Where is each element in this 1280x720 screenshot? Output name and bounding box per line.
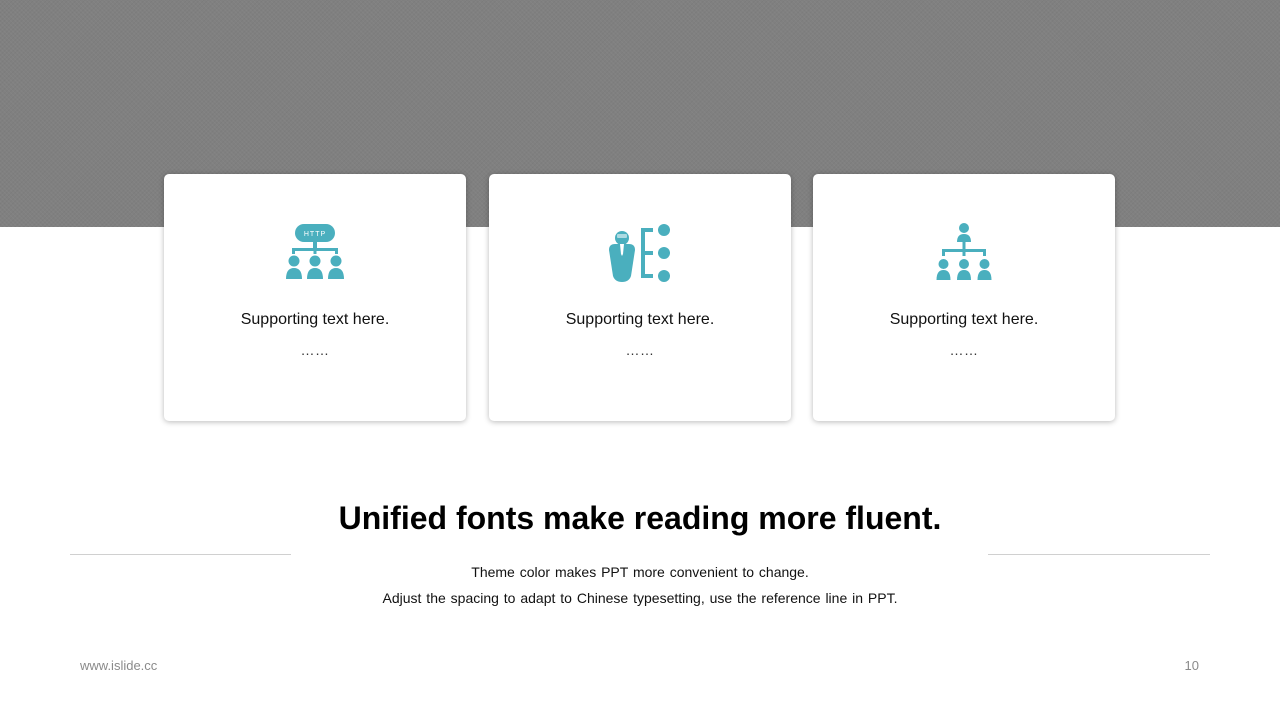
card-1-ellipsis: …… [300, 342, 330, 358]
http-icon-text: HTTP [304, 231, 326, 238]
left-divider-line [70, 554, 291, 555]
footer-url: www.islide.cc [80, 658, 158, 673]
card-2-label: Supporting text here. [565, 311, 715, 328]
feature-card-2: Supporting text here. …… [489, 174, 791, 421]
body-line-2: Adjust the spacing to adapt to Chinese t… [382, 590, 898, 606]
headline: Unified fonts make reading more fluent. [338, 500, 942, 536]
http-network-icon: HTTP [280, 220, 350, 290]
body-line-1: Theme color makes PPT more convenient to… [471, 564, 809, 580]
feature-card-3: Supporting text here. …… [813, 174, 1115, 421]
person-options-icon [605, 220, 675, 290]
feature-card-1: HTTP Supporting text here. …… [164, 174, 466, 421]
card-1-label: Supporting text here. [240, 311, 390, 328]
card-2-ellipsis: …… [625, 342, 655, 358]
org-chart-icon [929, 220, 999, 290]
card-3-label: Supporting text here. [889, 311, 1039, 328]
right-divider-line [988, 554, 1210, 555]
card-3-ellipsis: …… [949, 342, 979, 358]
page-number: 10 [1184, 658, 1199, 673]
